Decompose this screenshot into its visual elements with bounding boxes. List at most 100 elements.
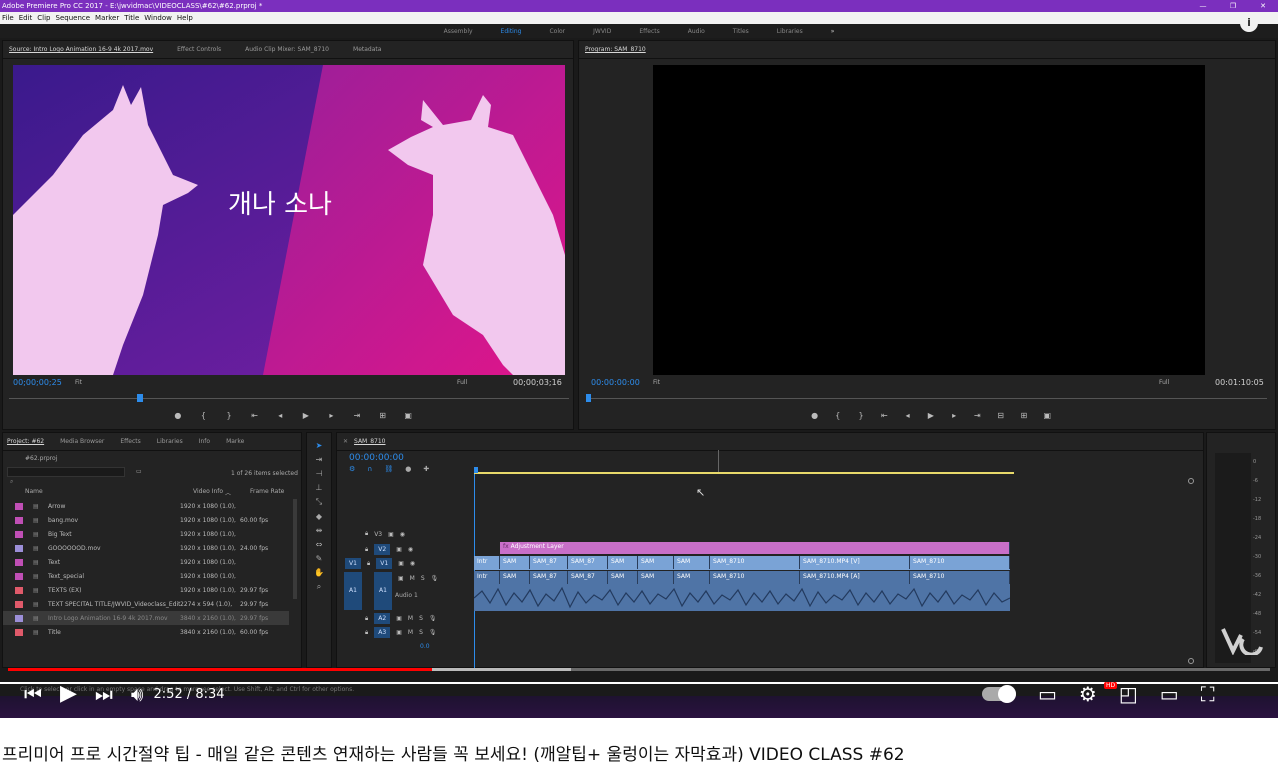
sync-icon[interactable]: ▣ — [396, 546, 402, 553]
workspace-assembly[interactable]: Assembly — [444, 28, 473, 35]
sync-icon[interactable]: ▣ — [398, 560, 404, 567]
list-item[interactable]: ▤ Big Text 1920 x 1080 (1.0), — [3, 527, 289, 541]
minimize-button[interactable]: — — [1188, 0, 1218, 12]
lock-icon[interactable]: 🔒︎ — [365, 615, 368, 623]
program-timecode-in[interactable]: 00:00:00:00 — [591, 378, 640, 387]
video-clip[interactable]: SAM_8710 — [910, 556, 1010, 569]
camera-icon[interactable]: ▣ — [403, 411, 413, 420]
project-search-input[interactable]: ⌕ — [7, 467, 125, 485]
list-item[interactable]: ▤ TEXT SPECITAL TITLE/JWVID_Videoclass_Ed… — [3, 597, 289, 611]
rolling-edit-tool-icon[interactable]: ⊥ — [316, 483, 323, 492]
settings-gear-icon[interactable]: ⚙ — [1079, 684, 1097, 704]
video-clip[interactable]: SAM — [500, 556, 530, 569]
timeline-playhead[interactable] — [474, 467, 478, 473]
master-volume[interactable]: 0.0 — [420, 643, 430, 650]
tab-metadata[interactable]: Metadata — [353, 46, 381, 53]
audio-clip[interactable]: SAM_8710 — [710, 571, 800, 584]
track-v2-toggle[interactable]: V2 — [374, 544, 391, 555]
program-scrubber[interactable] — [587, 398, 1267, 399]
list-item[interactable]: ▤ Title 3840 x 2160 (1.0), 60.00 fps — [3, 625, 289, 639]
workspace-color[interactable]: Color — [549, 28, 565, 35]
fullscreen-icon[interactable]: ⛶ — [1201, 684, 1215, 704]
source-a1-patch[interactable]: A1 — [344, 572, 362, 610]
selection-tool-icon[interactable]: ➤ — [316, 441, 323, 450]
linked-selection-icon[interactable]: ⛓ — [384, 465, 393, 473]
menu-title[interactable]: Title — [124, 14, 139, 22]
menu-help[interactable]: Help — [177, 14, 193, 22]
theater-mode-icon[interactable]: ▭ — [1160, 684, 1179, 704]
lock-icon[interactable]: 🔒︎ — [365, 629, 368, 637]
play-icon[interactable]: ▶ — [927, 411, 934, 420]
slide-tool-icon[interactable]: ⇔ — [316, 540, 323, 549]
next-icon[interactable]: ⏭︎ — [95, 684, 113, 704]
audio-clip[interactable]: SAM — [638, 571, 674, 584]
menu-clip[interactable]: Clip — [37, 14, 50, 22]
mark-out-icon[interactable]: } — [857, 411, 864, 420]
go-to-out-icon[interactable]: ⇥ — [974, 411, 981, 420]
source-quality-select[interactable]: Full — [457, 379, 467, 386]
tab-sequence[interactable]: SAM_8710 — [354, 438, 385, 445]
nest-icon[interactable]: ⚙ — [349, 465, 355, 473]
lift-icon[interactable]: ⊟ — [997, 411, 1004, 420]
video-clip[interactable]: SAM_87 — [530, 556, 568, 569]
menu-marker[interactable]: Marker — [95, 14, 119, 22]
video-clip[interactable]: SAM — [638, 556, 674, 569]
menu-window[interactable]: Window — [144, 14, 172, 22]
project-scrollbar[interactable] — [293, 499, 297, 599]
tab-project[interactable]: Project: #62 — [7, 438, 44, 445]
menu-edit[interactable]: Edit — [19, 14, 33, 22]
workspace-audio[interactable]: Audio — [688, 28, 705, 35]
timeline-timecode[interactable]: 00:00:00:00 — [349, 453, 404, 463]
workspace-titles[interactable]: Titles — [733, 28, 749, 35]
timeline-v-scroll-handle[interactable] — [1188, 658, 1194, 664]
eye-icon[interactable]: ◉ — [408, 546, 413, 553]
column-video-info[interactable]: Video Info — [193, 488, 223, 495]
program-playhead[interactable] — [586, 394, 591, 402]
adjustment-layer-clip[interactable]: fx Adjustment Layer — [500, 542, 1010, 554]
hand-tool-icon[interactable]: ✋ — [314, 568, 324, 577]
audio-clip[interactable]: SAM_87 — [568, 571, 608, 584]
mute-button[interactable]: M — [408, 629, 413, 636]
audio-clip[interactable]: SAM_8710.MP4 [A] — [800, 571, 910, 584]
menu-sequence[interactable]: Sequence — [56, 14, 91, 22]
marker-icon[interactable]: ● — [173, 411, 183, 420]
sync-icon[interactable]: ▣ — [398, 575, 404, 582]
source-playhead[interactable] — [137, 394, 143, 402]
mark-in-icon[interactable]: { — [199, 411, 209, 420]
info-icon[interactable]: i — [1240, 14, 1258, 32]
tab-info[interactable]: Info — [199, 438, 210, 445]
track-select-tool-icon[interactable]: ⇥ — [316, 455, 323, 464]
mic-icon[interactable]: 🎙︎ — [429, 615, 437, 622]
settings-wrench-icon[interactable]: ✚ — [423, 465, 429, 473]
source-timecode-in[interactable]: 00;00;00;25 — [13, 378, 62, 387]
go-to-in-icon[interactable]: ⇤ — [250, 411, 260, 420]
previous-icon[interactable]: ⏮︎ — [24, 684, 42, 704]
workspace-jwvid[interactable]: JWVID — [593, 28, 611, 35]
slip-tool-icon[interactable]: ⇹ — [316, 526, 323, 535]
close-icon[interactable]: ✕ — [343, 438, 348, 445]
tab-effects[interactable]: Effects — [120, 438, 140, 445]
audio-clip[interactable]: SAM_87 — [530, 571, 568, 584]
list-item-selected[interactable]: ▤ Intro Logo Animation 16-9 4k 2017.mov 38… — [3, 611, 289, 625]
audio-clip[interactable]: SAM — [608, 571, 638, 584]
go-to-in-icon[interactable]: ⇤ — [881, 411, 888, 420]
mute-button[interactable]: M — [410, 575, 415, 582]
workspace-more-button[interactable]: » — [831, 28, 835, 35]
razor-tool-icon[interactable]: ◆ — [316, 512, 322, 521]
sync-icon[interactable]: ▣ — [388, 531, 394, 538]
solo-button[interactable]: S — [419, 615, 423, 622]
play-button-icon[interactable]: ▶ — [60, 683, 77, 705]
eye-icon[interactable]: ◉ — [410, 560, 415, 567]
track-a3-toggle[interactable]: A3 — [374, 627, 391, 638]
subtitles-icon[interactable]: ▭ — [1038, 684, 1057, 704]
program-quality-select[interactable]: Full — [1159, 379, 1169, 386]
work-area-bar[interactable] — [474, 472, 1014, 474]
list-item[interactable]: ▤ Arrow 1920 x 1080 (1.0), — [3, 499, 289, 513]
rate-stretch-tool-icon[interactable]: ⤡ — [316, 497, 322, 507]
tab-effect-controls[interactable]: Effect Controls — [177, 46, 221, 53]
track-a1-toggle[interactable]: A1 — [374, 572, 392, 610]
tab-markers[interactable]: Marke — [226, 438, 244, 445]
sync-icon[interactable]: ▣ — [396, 629, 402, 636]
lock-icon[interactable]: 🔒︎ — [365, 546, 368, 554]
video-clip[interactable]: SAM_87 — [568, 556, 608, 569]
